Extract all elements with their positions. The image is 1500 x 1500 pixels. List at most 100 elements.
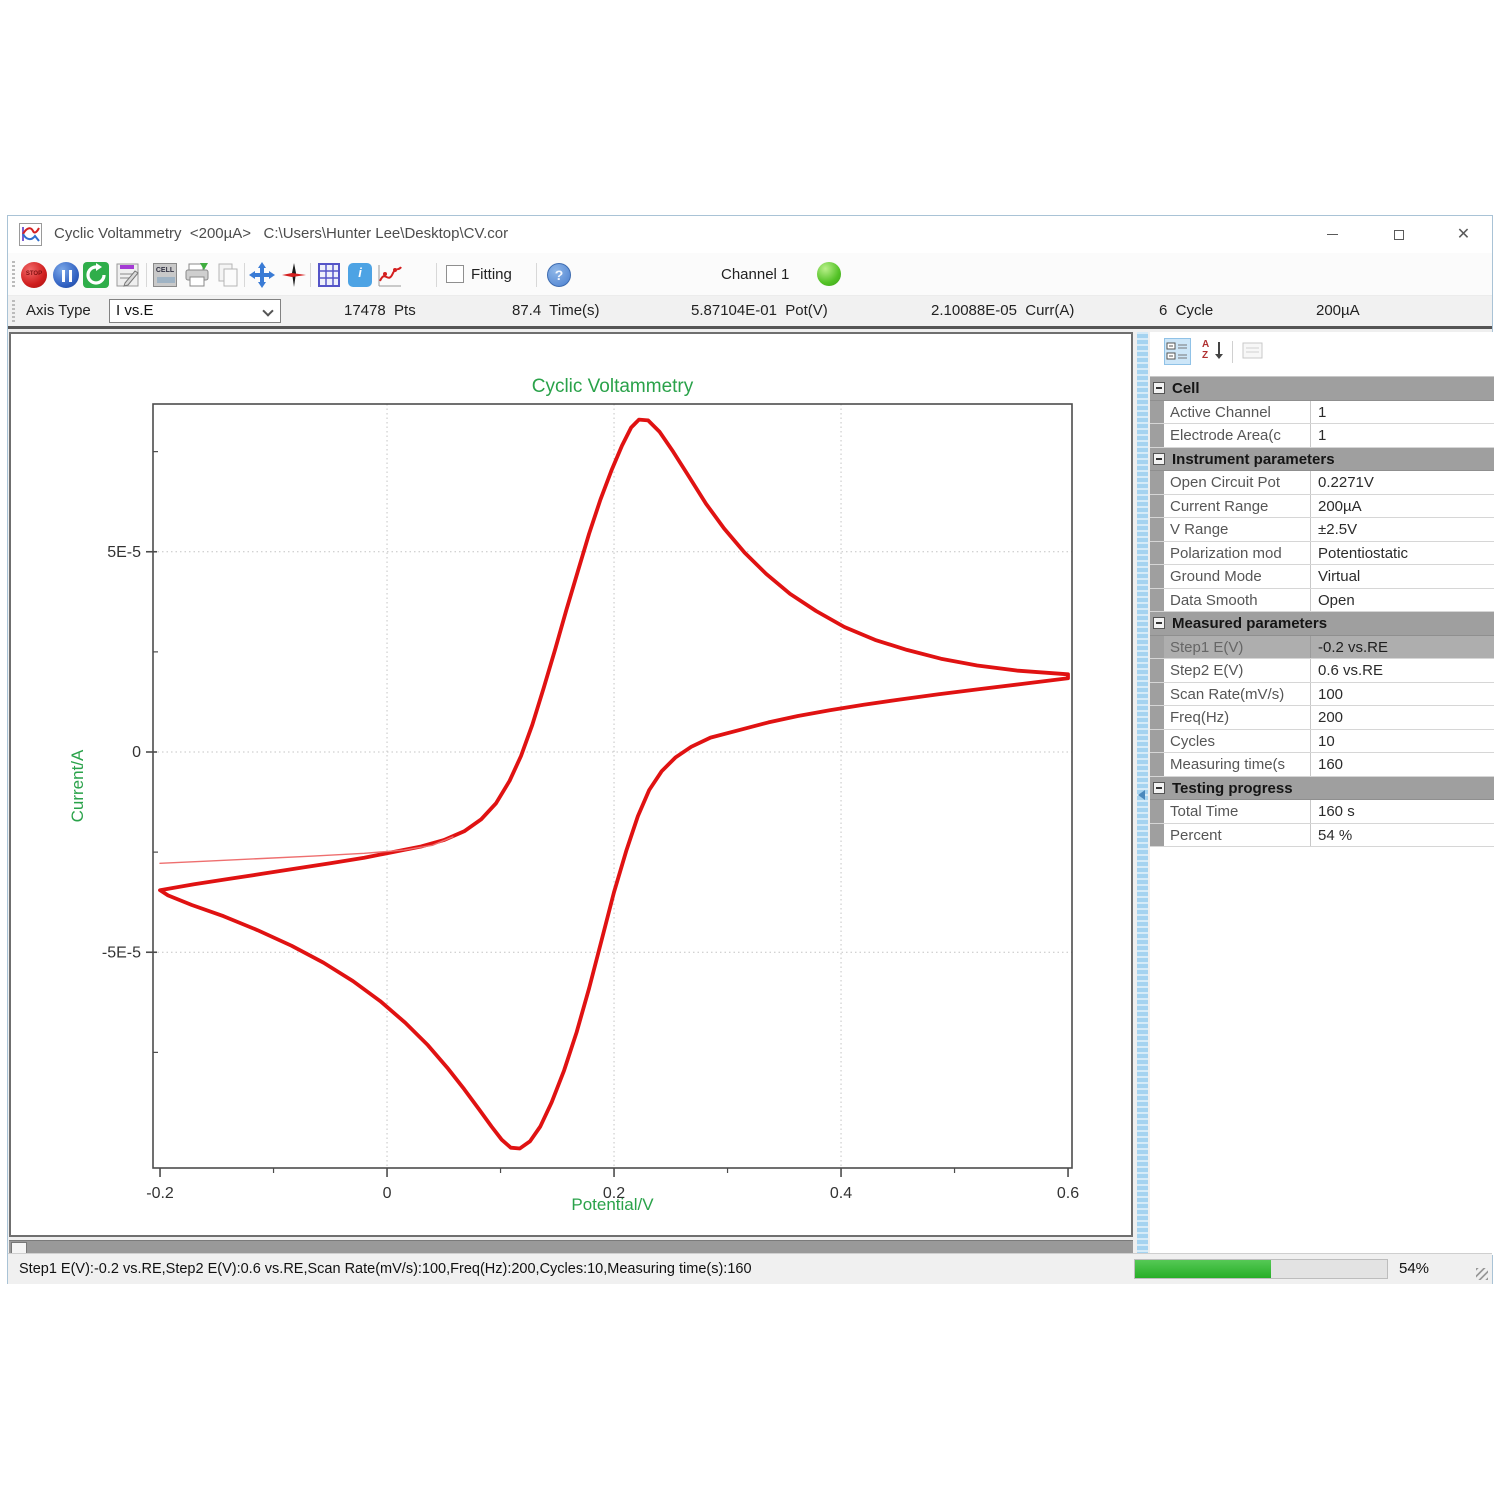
grid-button[interactable] — [315, 261, 343, 289]
run-button[interactable] — [82, 261, 110, 289]
property-value[interactable]: Virtual — [1311, 565, 1494, 588]
property-row[interactable]: Current Range200µA — [1150, 495, 1494, 519]
property-value[interactable]: 1 — [1311, 424, 1494, 447]
property-value[interactable]: 160 s — [1311, 800, 1494, 823]
property-value[interactable]: ±2.5V — [1311, 518, 1494, 541]
status-text: Step1 E(V):-0.2 vs.RE,Step2 E(V):0.6 vs.… — [19, 1261, 752, 1277]
collapse-icon[interactable] — [1153, 617, 1165, 629]
property-value[interactable]: 1 — [1311, 401, 1494, 424]
property-label: Total Time — [1164, 800, 1311, 823]
property-row[interactable]: Freq(Hz)200 — [1150, 706, 1494, 730]
x-tick-label: 0.6 — [1057, 1185, 1079, 1202]
property-row[interactable]: Measuring time(s160 — [1150, 753, 1494, 777]
property-value[interactable]: 0.2271V — [1311, 471, 1494, 494]
maximize-button[interactable] — [1376, 216, 1421, 253]
property-value[interactable]: 100 — [1311, 683, 1494, 706]
toolbar-separator — [146, 263, 147, 287]
property-label: V Range — [1164, 518, 1311, 541]
property-grid: CellActive Channel1Electrode Area(c1Inst… — [1150, 376, 1494, 847]
property-value[interactable]: 0.6 vs.RE — [1311, 659, 1494, 682]
property-pages-icon — [1240, 338, 1265, 363]
y-tick-label: 5E-5 — [107, 544, 141, 561]
pause-button[interactable] — [52, 261, 80, 289]
fit-curve-button[interactable] — [376, 261, 404, 289]
category-row[interactable]: Cell — [1150, 377, 1494, 401]
property-label: Freq(Hz) — [1164, 706, 1311, 729]
property-label: Electrode Area(c — [1164, 424, 1311, 447]
collapse-icon[interactable] — [1153, 782, 1165, 794]
property-panel: AZ CellActive Channel1Electrode Area(c1I… — [1150, 332, 1494, 1255]
property-value[interactable]: 54 % — [1311, 824, 1494, 847]
property-label: Data Smooth — [1164, 589, 1311, 612]
x-tick-label: 0 — [383, 1185, 392, 1202]
print-button[interactable] — [183, 261, 211, 289]
copy-button[interactable] — [214, 261, 242, 289]
splitter-collapse-icon[interactable] — [1138, 790, 1145, 800]
window-title: Cyclic Voltammetry <200µA> C:\Users\Hunt… — [54, 225, 508, 242]
property-value[interactable]: -0.2 vs.RE — [1311, 636, 1494, 659]
cell-button[interactable]: CELL — [151, 261, 179, 289]
property-row[interactable]: Electrode Area(c1 — [1150, 424, 1494, 448]
resize-grip[interactable] — [1476, 1268, 1488, 1280]
property-label: Step1 E(V) — [1164, 636, 1311, 659]
axis-type-dropdown[interactable]: I vs.E — [109, 299, 281, 323]
property-value[interactable]: Potentiostatic — [1311, 542, 1494, 565]
property-toolbar-separator — [1232, 341, 1233, 363]
property-value[interactable]: 160 — [1311, 753, 1494, 776]
pause-icon — [53, 262, 79, 288]
progress-fill — [1135, 1260, 1271, 1278]
stop-button[interactable]: STOP — [20, 261, 48, 289]
fitting-checkbox[interactable] — [446, 265, 464, 283]
property-row[interactable]: Step1 E(V)-0.2 vs.RE — [1150, 636, 1494, 660]
pan-button[interactable] — [248, 261, 276, 289]
property-row[interactable]: Cycles10 — [1150, 730, 1494, 754]
app-icon — [19, 223, 42, 246]
property-row[interactable]: Data SmoothOpen — [1150, 589, 1494, 613]
property-label: Active Channel — [1164, 401, 1311, 424]
category-row[interactable]: Instrument parameters — [1150, 448, 1494, 472]
grid-icon — [315, 261, 343, 289]
readout-field: 6 Cycle — [1159, 302, 1213, 319]
property-value[interactable]: Open — [1311, 589, 1494, 612]
y-tick-label: 0 — [132, 744, 141, 761]
minimize-button[interactable] — [1310, 216, 1355, 253]
crosshair-icon — [280, 261, 308, 289]
property-row[interactable]: Total Time160 s — [1150, 800, 1494, 824]
property-row[interactable]: Open Circuit Pot0.2271V — [1150, 471, 1494, 495]
edit-params-button[interactable] — [114, 261, 142, 289]
property-row[interactable]: Scan Rate(mV/s)100 — [1150, 683, 1494, 707]
fitting-label: Fitting — [471, 266, 512, 283]
property-label: Open Circuit Pot — [1164, 471, 1311, 494]
property-value[interactable]: 10 — [1311, 730, 1494, 753]
category-row[interactable]: Testing progress — [1150, 777, 1494, 801]
property-row[interactable]: Step2 E(V)0.6 vs.RE — [1150, 659, 1494, 683]
property-row[interactable]: Percent54 % — [1150, 824, 1494, 848]
sort-az-button[interactable]: AZ — [1197, 338, 1224, 365]
collapse-icon[interactable] — [1153, 453, 1165, 465]
property-label: Ground Mode — [1164, 565, 1311, 588]
crosshair-button[interactable] — [280, 261, 308, 289]
property-value[interactable]: 200µA — [1311, 495, 1494, 518]
x-axis-label: Potential/V — [571, 1195, 654, 1214]
property-row[interactable]: V Range±2.5V — [1150, 518, 1494, 542]
property-pages-button[interactable] — [1240, 338, 1267, 365]
axis-type-label: Axis Type — [26, 302, 91, 319]
cv-chart[interactable]: -0.200.20.40.65E-50-5E-5Cyclic Voltammet… — [11, 334, 1131, 1233]
toolbar-separator — [244, 263, 245, 287]
panel-splitter[interactable] — [1137, 332, 1148, 1255]
fit-curve-icon — [376, 261, 404, 289]
property-label: Step2 E(V) — [1164, 659, 1311, 682]
collapse-icon[interactable] — [1153, 382, 1165, 394]
property-row[interactable]: Polarization modPotentiostatic — [1150, 542, 1494, 566]
category-row[interactable]: Measured parameters — [1150, 612, 1494, 636]
property-row[interactable]: Ground ModeVirtual — [1150, 565, 1494, 589]
data-info-button[interactable]: i — [346, 261, 374, 289]
categorized-button[interactable] — [1164, 338, 1191, 365]
property-value[interactable]: 200 — [1311, 706, 1494, 729]
cell-icon: CELL — [153, 263, 177, 287]
progress-bar — [1134, 1259, 1388, 1279]
print-icon — [183, 261, 211, 289]
close-button[interactable]: ✕ — [1441, 216, 1486, 253]
help-button[interactable]: ? — [546, 262, 572, 288]
property-row[interactable]: Active Channel1 — [1150, 401, 1494, 425]
